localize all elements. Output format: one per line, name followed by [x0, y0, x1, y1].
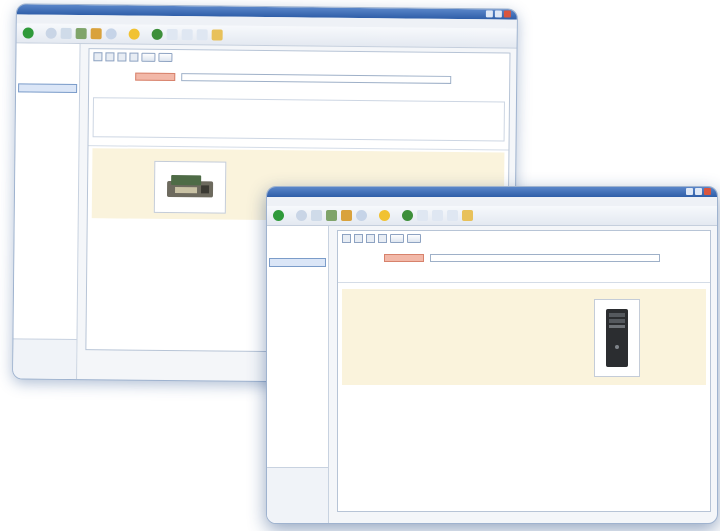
refresh-icon[interactable]	[326, 210, 337, 221]
first-record-button[interactable]	[93, 52, 103, 62]
back-window-controls	[485, 10, 511, 18]
new-button[interactable]	[407, 234, 421, 243]
maximize-button[interactable]	[695, 188, 702, 195]
search-icon[interactable]	[105, 28, 117, 40]
media-icon[interactable]	[402, 210, 413, 221]
refresh-icon[interactable]	[75, 28, 87, 40]
close-button[interactable]	[704, 188, 711, 195]
server-tower-image	[606, 309, 628, 367]
front-browser-window	[266, 186, 718, 524]
product-photo	[594, 299, 640, 377]
minimize-button[interactable]	[485, 10, 493, 18]
front-toolbar	[267, 206, 717, 226]
close-button[interactable]	[503, 10, 511, 18]
product-photo	[153, 160, 227, 214]
front-sidebar-footer	[267, 467, 328, 523]
back-header-row	[89, 70, 509, 85]
favorites-star-icon[interactable]	[379, 210, 390, 221]
back-sidebar	[13, 43, 81, 380]
stop-icon[interactable]	[311, 210, 322, 221]
messenger-icon[interactable]	[462, 210, 473, 221]
back-nav-list	[16, 94, 79, 95]
home-icon[interactable]	[341, 210, 352, 221]
front-action-bar	[338, 231, 710, 246]
home-icon[interactable]	[90, 28, 102, 40]
prev-record-button[interactable]	[354, 234, 363, 243]
network-device-image	[166, 175, 214, 198]
front-record-pane	[337, 230, 711, 512]
back-action-bar	[89, 49, 509, 68]
front-sidebar	[267, 226, 329, 523]
search-icon[interactable]	[356, 210, 367, 221]
back-arrow-icon[interactable]	[22, 27, 34, 39]
front-main-content	[329, 226, 717, 523]
mail-icon[interactable]	[432, 210, 443, 221]
next-record-button[interactable]	[117, 52, 127, 62]
stop-icon[interactable]	[60, 27, 72, 39]
front-lower-area	[342, 289, 706, 385]
minimize-button[interactable]	[686, 188, 693, 195]
media-icon[interactable]	[151, 28, 163, 40]
front-section-title	[338, 278, 710, 283]
back-arrow-icon[interactable]	[273, 210, 284, 221]
front-navigation-selector[interactable]	[269, 258, 326, 267]
front-window-title	[267, 187, 717, 197]
new-button[interactable]	[158, 52, 173, 63]
prev-record-button[interactable]	[105, 52, 115, 62]
favorites-star-icon[interactable]	[128, 28, 140, 40]
last-record-button[interactable]	[129, 52, 139, 62]
front-window-controls	[686, 188, 711, 195]
front-lower-fields	[342, 289, 532, 291]
record-name-field[interactable]	[181, 72, 452, 84]
forward-arrow-icon[interactable]	[45, 27, 57, 39]
messenger-icon[interactable]	[211, 29, 223, 41]
next-record-button[interactable]	[366, 234, 375, 243]
print-icon[interactable]	[196, 29, 208, 41]
front-menubar	[267, 197, 717, 206]
record-name-field[interactable]	[430, 253, 660, 262]
history-icon[interactable]	[417, 210, 428, 221]
maximize-button[interactable]	[494, 10, 502, 18]
save-button[interactable]	[141, 52, 156, 62]
back-field-group	[92, 97, 505, 142]
history-icon[interactable]	[166, 28, 178, 41]
back-navigation-selector[interactable]	[18, 83, 78, 94]
record-code-field[interactable]	[135, 72, 176, 81]
print-icon[interactable]	[447, 210, 458, 221]
back-sidebar-footer	[13, 338, 77, 380]
first-record-button[interactable]	[342, 234, 351, 243]
record-code-field[interactable]	[384, 253, 424, 262]
front-header-row	[338, 252, 710, 263]
forward-arrow-icon[interactable]	[296, 210, 307, 221]
mail-icon[interactable]	[181, 29, 193, 41]
save-button[interactable]	[390, 234, 404, 243]
last-record-button[interactable]	[378, 234, 387, 243]
